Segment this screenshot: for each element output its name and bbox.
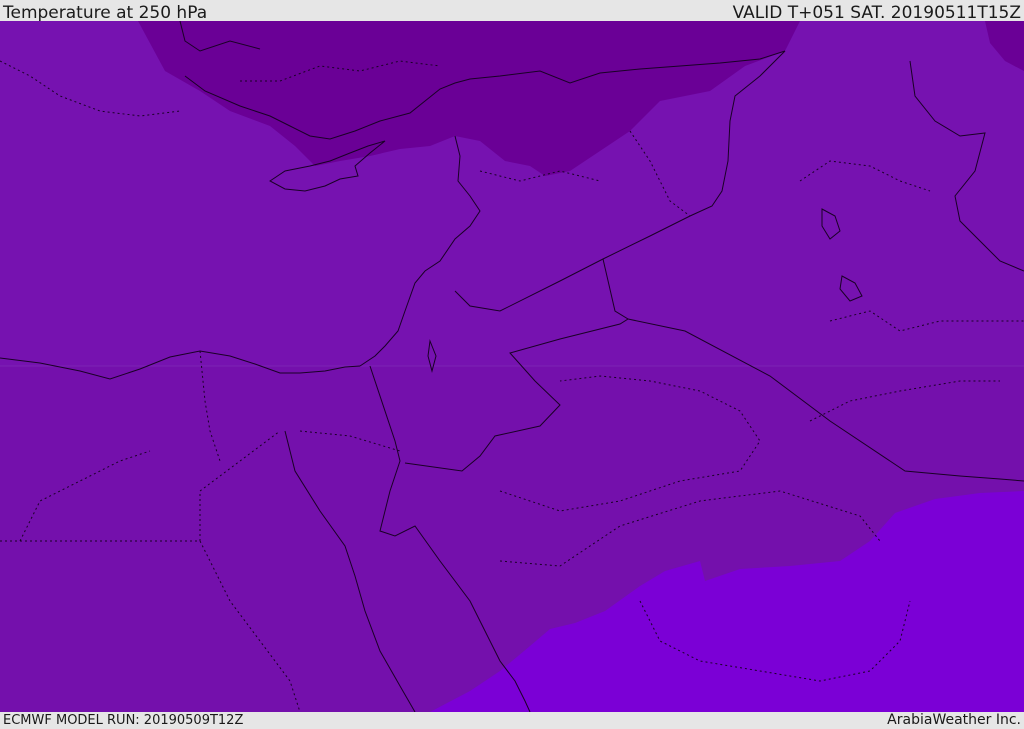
valid-time-label: VALID T+051 SAT. 20190511T15Z <box>732 3 1021 23</box>
brand-label: ArabiaWeather Inc. <box>887 712 1021 728</box>
weather-map <box>0 21 1024 712</box>
footer-bar: ECMWF MODEL RUN: 20190509T12Z ArabiaWeat… <box>0 712 1024 729</box>
header-bar: Temperature at 250 hPa VALID T+051 SAT. … <box>0 0 1024 23</box>
model-run-label: ECMWF MODEL RUN: 20190509T12Z <box>3 713 244 728</box>
map-title: Temperature at 250 hPa <box>3 3 208 23</box>
